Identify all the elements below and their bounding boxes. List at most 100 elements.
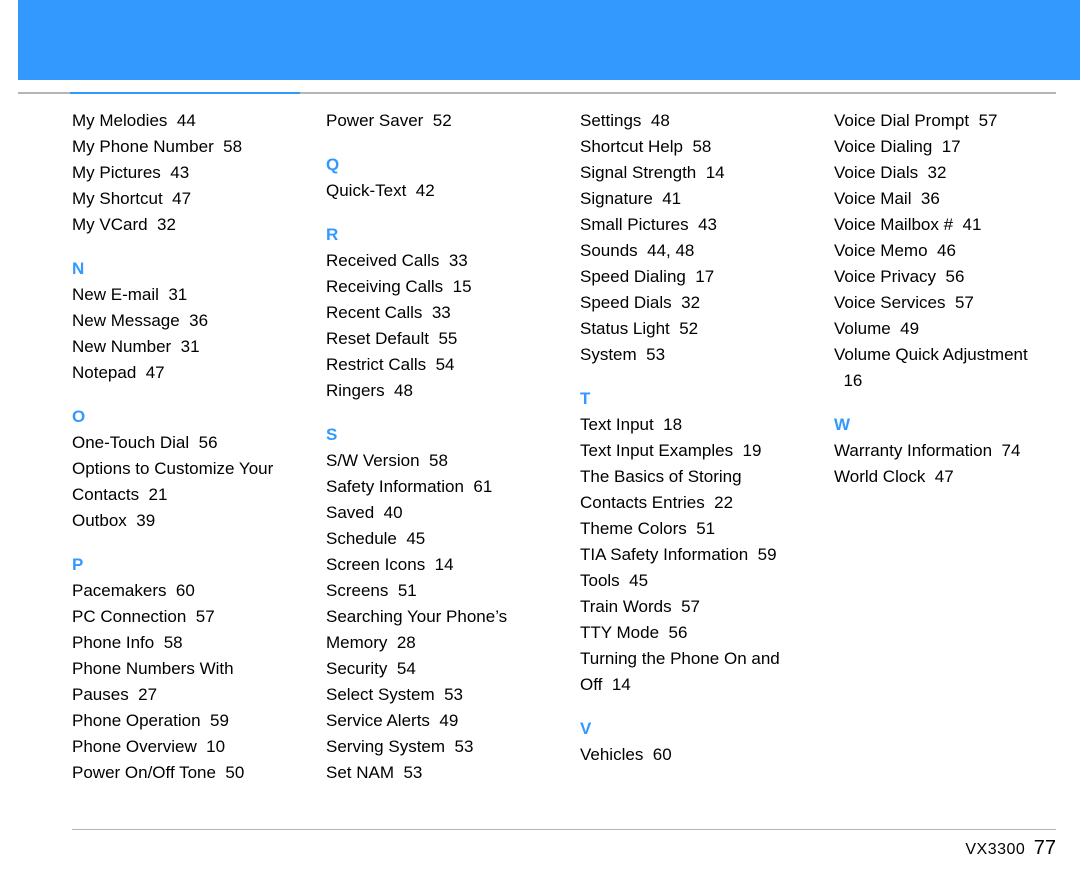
index-entry: Reset Default 55 [326,326,548,352]
index-entry: Security 54 [326,656,548,682]
index-entry-pages: 14 [425,555,453,574]
index-entry: Serving System 53 [326,734,548,760]
index-letter: R [326,222,548,248]
index-entry: Settings 48 [580,108,802,134]
index-entry-pages: 53 [445,737,473,756]
footer-rule [72,829,1056,830]
index-entry: Train Words 57 [580,594,802,620]
index-entry-pages: 52 [670,319,698,338]
index-entry-label: Voice Dial Prompt [834,111,969,130]
index-entry-pages: 43 [161,163,189,182]
index-entry: Text Input Examples 19 [580,438,802,464]
index-entry-label: Power On/Off Tone [72,763,216,782]
index-entry-pages: 47 [925,467,953,486]
index-entry: Quick-Text 42 [326,178,548,204]
index-entry: Ringers 48 [326,378,548,404]
index-entry-label: New Message [72,311,180,330]
index-entry-pages: 44, 48 [638,241,695,260]
index-entry-label: Speed Dials [580,293,672,312]
index-entry-pages: 33 [439,251,467,270]
index-entry-label: System [580,345,637,364]
index-entry: Volume 49 [834,316,1056,342]
index-entry: Set NAM 53 [326,760,548,786]
index-entry-pages: 39 [127,511,155,530]
index-entry-label: Restrict Calls [326,355,426,374]
index-entry-label: Pacemakers [72,581,166,600]
header-rule [18,92,1056,94]
index-entry: Screen Icons 14 [326,552,548,578]
index-entry: Notepad 47 [72,360,294,386]
index-entry-pages: 44 [167,111,195,130]
index-entry: My VCard 32 [72,212,294,238]
index-entry-label: Service Alerts [326,711,430,730]
index-entry-pages: 17 [932,137,960,156]
index-entry: Vehicles 60 [580,742,802,768]
index-letter: N [72,256,294,282]
index-entry: My Melodies 44 [72,108,294,134]
index-entry-label: Phone Overview [72,737,197,756]
index-entry-pages: 18 [654,415,682,434]
index-entry: My Shortcut 47 [72,186,294,212]
index-entry-pages: 28 [387,633,415,652]
index-entry: New Message 36 [72,308,294,334]
index-letter: T [580,386,802,412]
index-letter: V [580,716,802,742]
index-entry-pages: 31 [171,337,199,356]
index-entry: Text Input 18 [580,412,802,438]
index-entry-pages: 32 [672,293,700,312]
index-entry: Pacemakers 60 [72,578,294,604]
index-entry-pages: 58 [214,137,242,156]
index-entry-label: Volume Quick Adjustment [834,345,1028,364]
index-letter: P [72,552,294,578]
index-entry-pages: 33 [422,303,450,322]
index-entry: Safety Information 61 [326,474,548,500]
index-entry: Recent Calls 33 [326,300,548,326]
index-entry-label: Outbox [72,511,127,530]
index-entry-label: Set NAM [326,763,394,782]
index-entry-label: Serving System [326,737,445,756]
index-entry-pages: 49 [430,711,458,730]
index-entry-pages: 45 [620,571,648,590]
index-columns: My Melodies 44My Phone Number 58My Pictu… [72,108,1056,792]
index-entry: Voice Mailbox # 41 [834,212,1056,238]
index-entry-label: Signature [580,189,653,208]
index-entry-pages: 32 [918,163,946,182]
index-entry-pages: 57 [186,607,214,626]
index-entry: One-Touch Dial 56 [72,430,294,456]
index-entry-label: Train Words [580,597,672,616]
index-entry-label: World Clock [834,467,925,486]
index-entry: Phone Operation 59 [72,708,294,734]
index-entry-pages: 53 [637,345,665,364]
index-entry-pages: 56 [659,623,687,642]
index-entry-pages: 15 [443,277,471,296]
index-entry-pages: 32 [148,215,176,234]
index-entry-label: PC Connection [72,607,186,626]
index-entry-pages: 14 [602,675,630,694]
index-entry-pages: 58 [154,633,182,652]
index-letter: S [326,422,548,448]
index-entry: Schedule 45 [326,526,548,552]
header-band [18,0,1080,80]
index-entry: PC Connection 57 [72,604,294,630]
index-entry: Voice Privacy 56 [834,264,1056,290]
index-entry-label: Searching Your Phone’s Memory [326,607,507,652]
index-entry-label: Voice Mail [834,189,911,208]
index-entry-pages: 40 [374,503,402,522]
index-entry-pages: 48 [385,381,413,400]
index-entry-pages: 17 [686,267,714,286]
index-entry: Receiving Calls 15 [326,274,548,300]
index-entry: Voice Dialing 17 [834,134,1056,160]
footer: VX3300 77 [965,837,1056,860]
index-entry-label: New E-mail [72,285,159,304]
index-entry: Voice Memo 46 [834,238,1056,264]
index-entry-label: Voice Dials [834,163,918,182]
index-entry-label: Screen Icons [326,555,425,574]
footer-page-number: 77 [1034,837,1056,859]
index-entry-label: Vehicles [580,745,643,764]
index-entry-pages: 51 [388,581,416,600]
index-entry-label: TIA Safety Information [580,545,748,564]
index-entry: System 53 [580,342,802,368]
index-entry-label: My VCard [72,215,148,234]
index-entry-pages: 61 [464,477,492,496]
index-entry-label: TTY Mode [580,623,659,642]
